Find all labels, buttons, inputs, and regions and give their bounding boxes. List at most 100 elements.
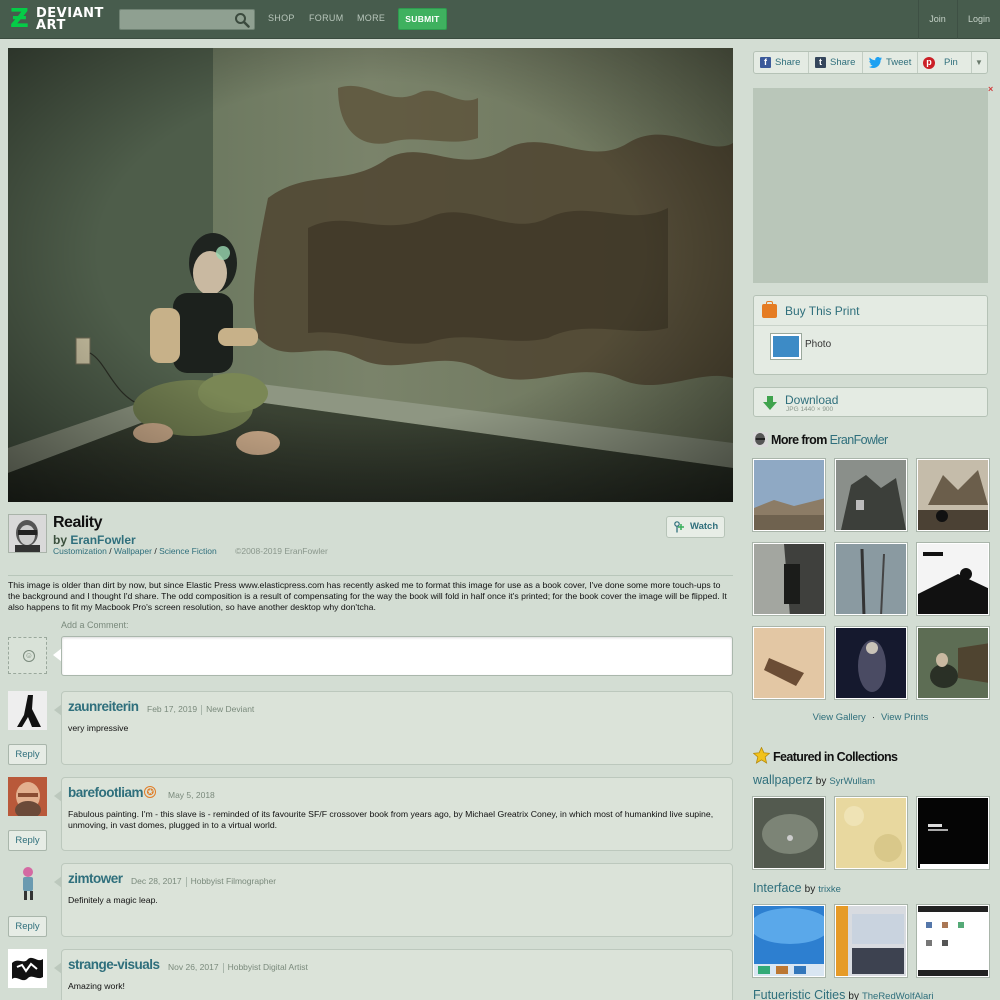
collection-thumbnail[interactable] xyxy=(834,796,908,870)
copyright: ©2008-2019 EranFowler xyxy=(235,546,328,556)
featured-heading: Featured in Collections xyxy=(753,747,898,764)
site-header: Ƶ DEVIANT ART SHOP FORUM MORE SUBMIT Joi… xyxy=(0,0,1000,39)
share-tumblr-button[interactable]: t Share xyxy=(809,52,863,73)
avatar-image xyxy=(8,863,47,902)
photo-print-thumbnail[interactable] xyxy=(770,333,802,360)
gallery-thumbnail[interactable] xyxy=(834,626,908,700)
reply-button[interactable]: Reply xyxy=(8,916,47,937)
download-meta: JPG 1440 × 900 xyxy=(786,406,834,413)
comment: zaunreiterin Feb 17, 2019 New Deviant ver… xyxy=(54,691,733,765)
collection-thumbnail[interactable] xyxy=(834,904,908,978)
search-input[interactable] xyxy=(119,9,255,30)
author-avatar[interactable] xyxy=(8,514,47,553)
view-prints-link[interactable]: View Prints xyxy=(881,712,928,723)
view-gallery-link[interactable]: View Gallery xyxy=(813,712,866,723)
join-link[interactable]: Join xyxy=(918,0,956,39)
thumbnail-image xyxy=(754,798,824,868)
collection-thumbnail[interactable] xyxy=(916,796,990,870)
watch-button[interactable]: Watch xyxy=(666,516,725,538)
more-from-user-link[interactable]: EranFowler xyxy=(830,433,889,447)
comment-avatar[interactable] xyxy=(8,777,47,816)
share-facebook-button[interactable]: f Share xyxy=(754,52,809,73)
comment-date[interactable]: Feb 17, 2019 xyxy=(147,704,197,714)
comment-username[interactable]: strange-visuals xyxy=(68,957,160,972)
submit-button[interactable]: SUBMIT xyxy=(398,8,447,30)
download-button[interactable]: Download JPG 1440 × 900 xyxy=(753,387,988,417)
nav-more[interactable]: MORE xyxy=(357,13,385,23)
comment-tail xyxy=(54,704,62,716)
collection-link[interactable]: Interface xyxy=(753,881,802,895)
collection-by: by xyxy=(815,776,827,787)
gallery-thumbnail[interactable] xyxy=(916,542,990,616)
nav-shop[interactable]: SHOP xyxy=(268,13,295,23)
collection-heading: Interface by trixke xyxy=(753,881,841,895)
thumbnail-image xyxy=(754,628,824,698)
gallery-thumbnail[interactable] xyxy=(752,458,826,532)
collection-thumbnail[interactable] xyxy=(752,904,826,978)
category-wallpaper[interactable]: Wallpaper xyxy=(114,546,152,556)
comment-avatar[interactable] xyxy=(8,863,47,902)
meta-separator xyxy=(185,876,187,887)
share-bar: f Share t Share Tweet p Pin ▼ xyxy=(753,51,988,74)
comment-date[interactable]: Nov 26, 2017 xyxy=(168,962,219,972)
comment-input[interactable] xyxy=(61,636,733,676)
comment-date[interactable]: Dec 28, 2017 xyxy=(131,876,182,886)
facebook-icon: f xyxy=(760,57,771,68)
comment-username[interactable]: zimtower xyxy=(68,871,123,886)
collection-owner-link[interactable]: trixke xyxy=(818,884,841,895)
photo-option[interactable]: Photo xyxy=(805,339,831,350)
buy-print-link[interactable]: Buy This Print xyxy=(785,304,859,318)
twitter-icon xyxy=(869,57,882,68)
gallery-thumbnail[interactable] xyxy=(916,626,990,700)
pin-label: Pin xyxy=(944,57,958,68)
comment: barefootliam ✪ May 5, 2018 Fabulous paint… xyxy=(54,777,733,851)
watch-icon xyxy=(674,521,684,533)
comment-date[interactable]: May 5, 2018 xyxy=(168,790,215,800)
thumbnail-image xyxy=(754,906,824,976)
collection-owner-link[interactable]: SyrWullam xyxy=(829,776,875,787)
reply-button[interactable]: Reply xyxy=(8,744,47,765)
login-link[interactable]: Login xyxy=(957,0,1000,39)
collection-heading: wallpaperz by SyrWullam xyxy=(753,773,875,787)
author-link[interactable]: EranFowler xyxy=(70,533,135,547)
gallery-thumbnail[interactable] xyxy=(752,542,826,616)
collection-owner-link[interactable]: TheRedWolfAlari xyxy=(862,991,934,1000)
commenter-avatar-placeholder: ☺ xyxy=(8,637,47,674)
collection-heading: Futueristic Cities by TheRedWolfAlari xyxy=(753,988,934,1000)
comment-avatar[interactable] xyxy=(8,949,47,988)
comment-username[interactable]: zaunreiterin xyxy=(68,699,139,714)
reply-button[interactable]: Reply xyxy=(8,830,47,851)
share-more-chevron-icon[interactable]: ▼ xyxy=(971,52,987,73)
gallery-thumbnail[interactable] xyxy=(834,542,908,616)
nav-forum[interactable]: FORUM xyxy=(309,13,344,23)
deviation-image[interactable] xyxy=(8,48,733,502)
breadcrumb-separator: / xyxy=(154,546,157,556)
tumblr-icon: t xyxy=(815,57,826,68)
thumbnail-image xyxy=(918,544,988,614)
comment-text: Amazing work! xyxy=(68,981,125,991)
share-twitter-button[interactable]: Tweet xyxy=(863,52,918,73)
thumbnail-image xyxy=(754,460,824,530)
share-pinterest-button[interactable]: p Pin xyxy=(918,52,972,73)
ad-close-icon[interactable]: × xyxy=(988,84,993,94)
comment-tail xyxy=(54,790,62,802)
collection-link[interactable]: Futueristic Cities xyxy=(753,988,845,1000)
search-icon[interactable] xyxy=(234,12,250,28)
more-from-heading: More from EranFowler xyxy=(753,432,888,447)
deviantart-logo[interactable]: Ƶ DEVIANT ART xyxy=(10,6,103,32)
collection-thumbnail[interactable] xyxy=(752,796,826,870)
comment-username[interactable]: barefootliam ✪ xyxy=(68,785,157,800)
featured-label: Featured in Collections xyxy=(773,750,898,764)
smiley-icon: ☺ xyxy=(23,650,35,662)
category-science-fiction[interactable]: Science Fiction xyxy=(159,546,217,556)
download-label: Download xyxy=(785,393,839,407)
deviation-title: Reality xyxy=(53,514,102,531)
collection-thumbnail[interactable] xyxy=(916,904,990,978)
gallery-thumbnail[interactable] xyxy=(834,458,908,532)
collection-link[interactable]: wallpaperz xyxy=(753,773,813,787)
meta-separator xyxy=(201,704,203,715)
gallery-thumbnail[interactable] xyxy=(916,458,990,532)
category-customization[interactable]: Customization xyxy=(53,546,107,556)
gallery-thumbnail[interactable] xyxy=(752,626,826,700)
comment-avatar[interactable] xyxy=(8,691,47,730)
